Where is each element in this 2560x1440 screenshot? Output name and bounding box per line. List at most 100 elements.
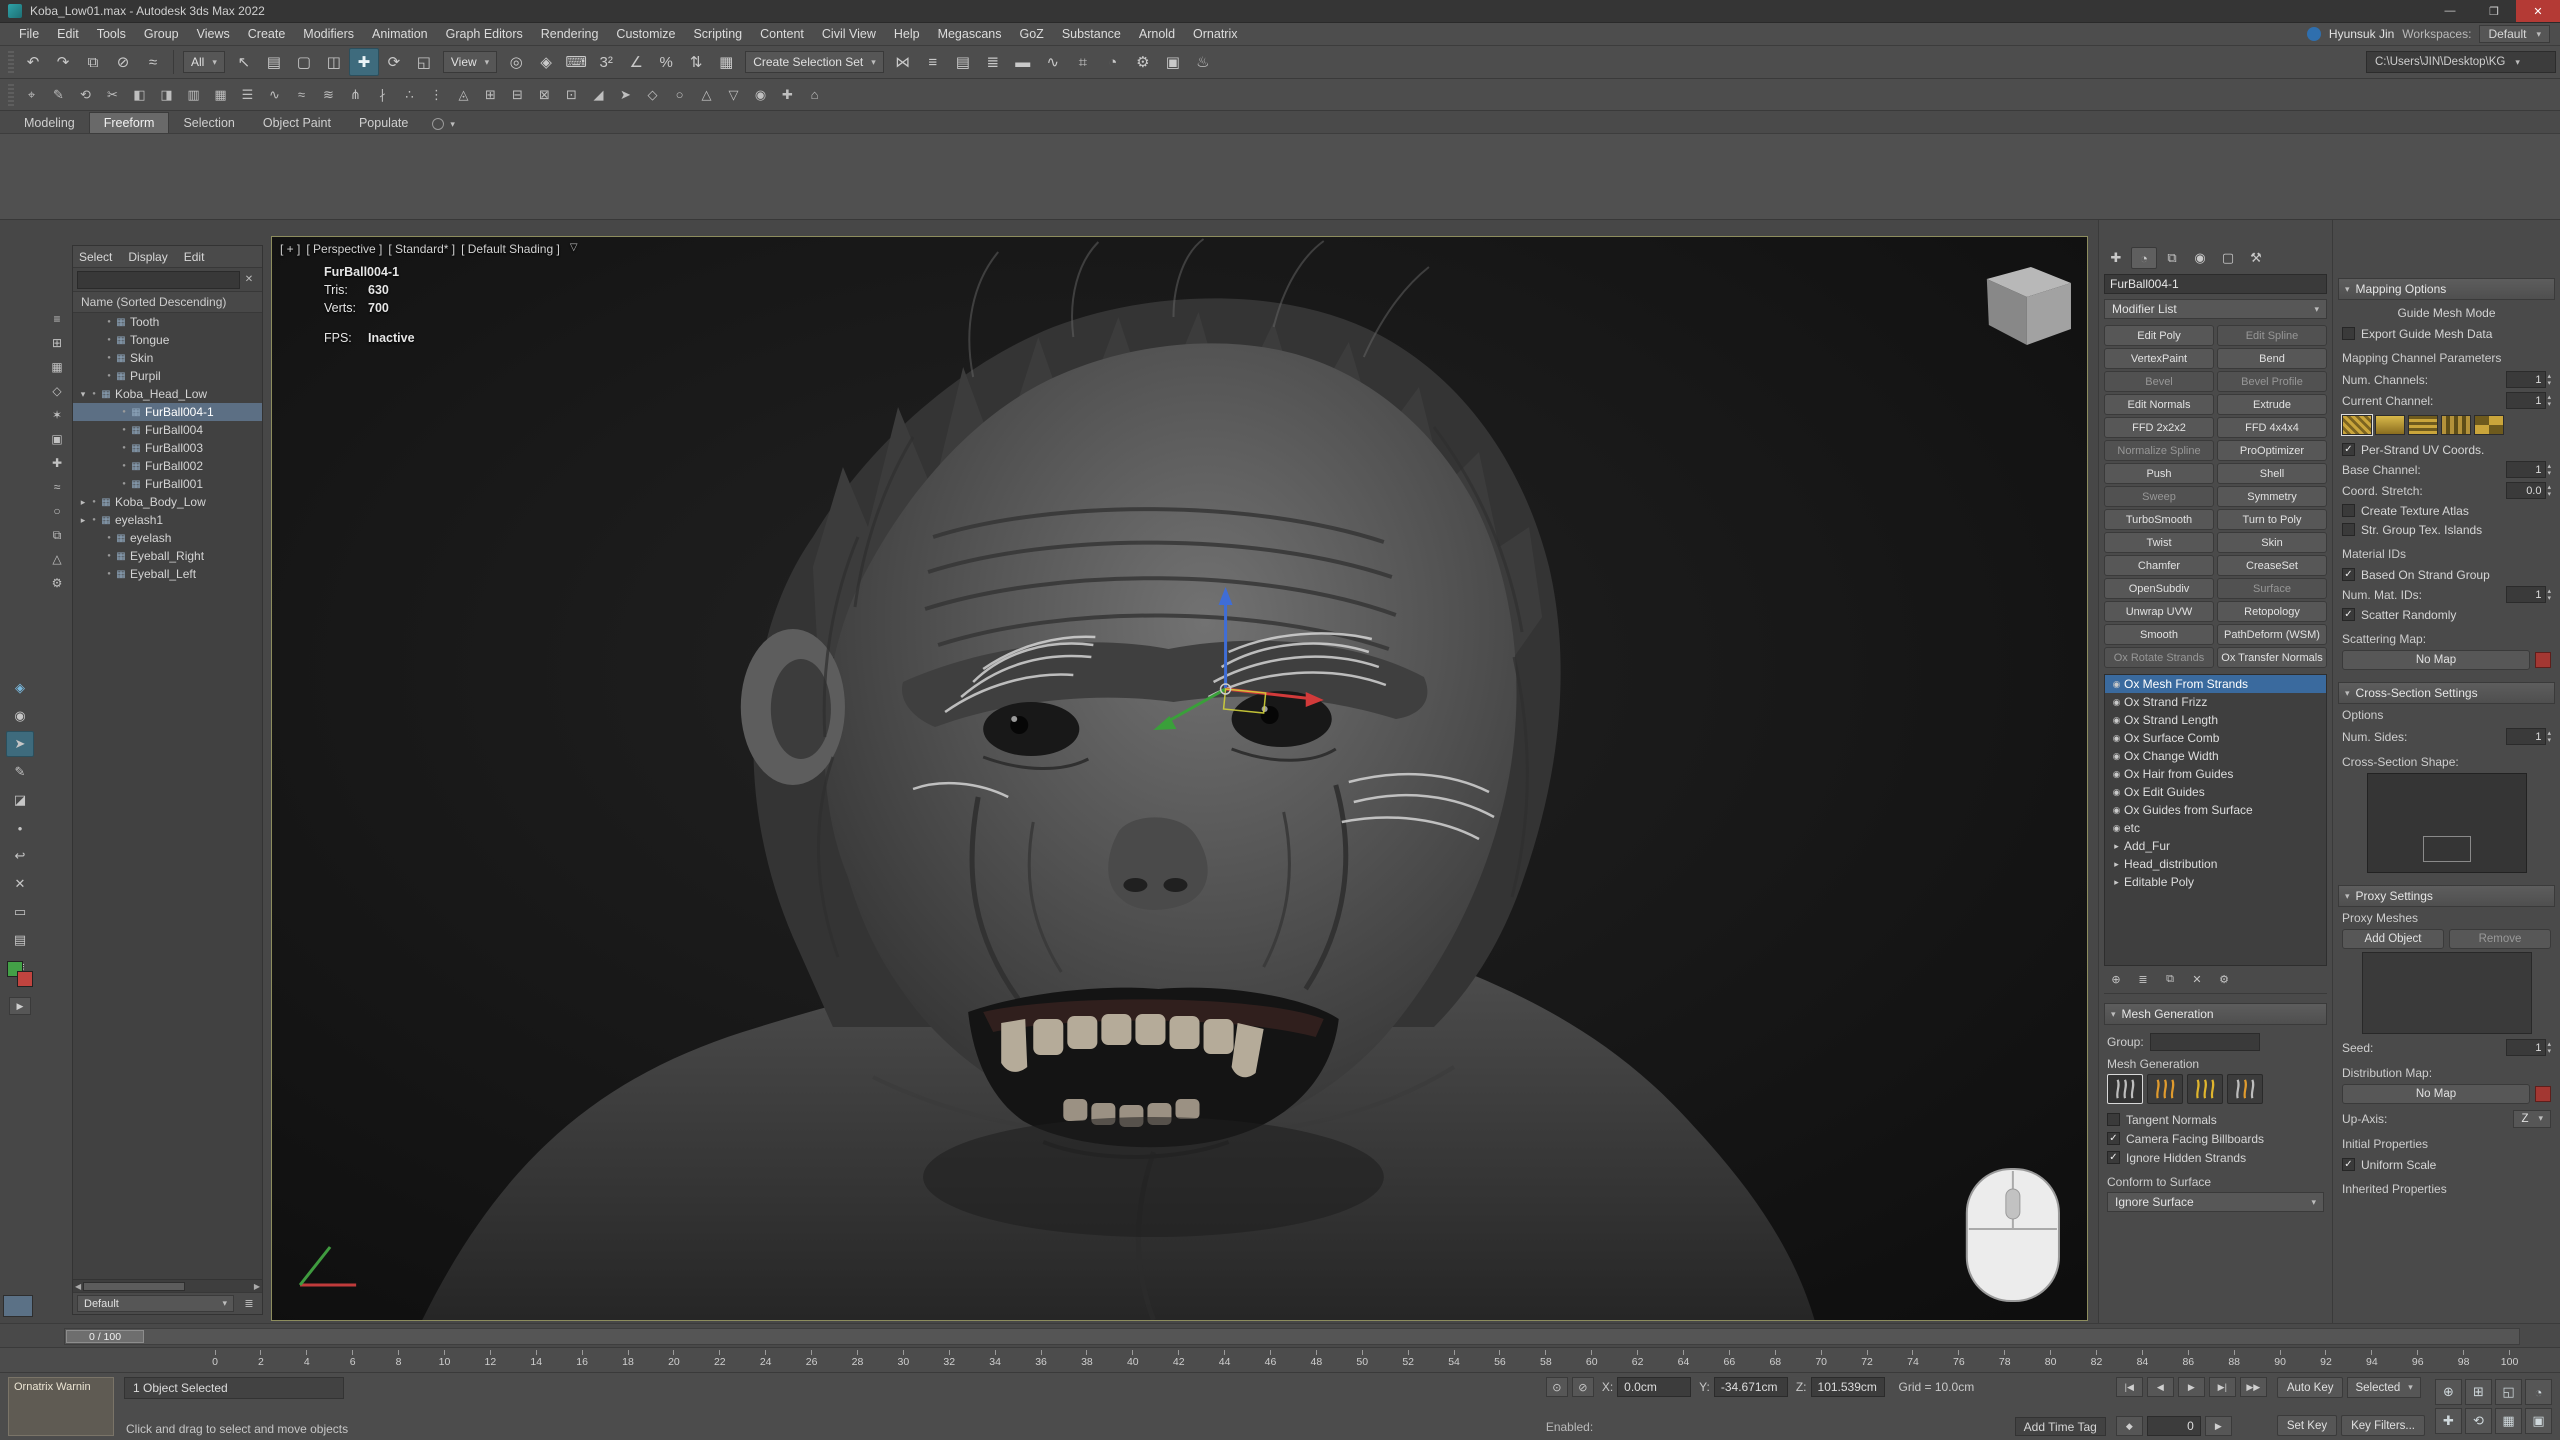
menu-item[interactable]: Tools <box>88 27 135 41</box>
spinner-arrows-icon[interactable]: ▴▾ <box>2547 463 2551 477</box>
mesh-type-tubes-icon[interactable] <box>2147 1074 2183 1104</box>
visibility-dot-icon[interactable]: ● <box>119 481 129 487</box>
modifier-button[interactable]: Retopology <box>2217 601 2327 622</box>
workspace-selector[interactable]: Default▾ <box>2479 25 2550 43</box>
expand-arrow-icon[interactable]: ▸ <box>77 515 89 526</box>
key-filters-button[interactable]: Key Filters... <box>2341 1415 2425 1436</box>
plugin-tool-14-icon[interactable]: ∤ <box>369 82 396 108</box>
plugin-tool-3-icon[interactable]: ⟲ <box>72 82 99 108</box>
plane-tool-icon[interactable]: ▭ <box>6 899 34 925</box>
rectangular-selection-icon[interactable]: ▢ <box>289 48 319 76</box>
modifier-button[interactable]: Unwrap UVW <box>2104 601 2214 622</box>
plugin-tool-16-icon[interactable]: ⋮ <box>423 82 450 108</box>
pan-icon[interactable]: ✚ <box>2435 1408 2462 1434</box>
stack-visibility-icon[interactable]: ◉ <box>2109 751 2124 762</box>
stack-visibility-icon[interactable]: ◉ <box>2109 805 2124 816</box>
se-filter-bones-icon[interactable]: △ <box>46 548 68 570</box>
schematic-view-icon[interactable]: ⌗ <box>1068 48 1098 76</box>
visibility-dot-icon[interactable]: ● <box>104 337 114 343</box>
maximize-viewport-icon[interactable]: ▣ <box>2525 1408 2552 1434</box>
menu-item[interactable]: Scripting <box>684 27 751 41</box>
stack-visibility-icon[interactable]: ◉ <box>2109 679 2124 690</box>
se-filter-helpers-icon[interactable]: ✚ <box>46 452 68 474</box>
visibility-dot-icon[interactable]: ● <box>104 373 114 379</box>
ribbon-tab[interactable]: Populate <box>345 113 422 133</box>
project-folder-dropdown[interactable]: C:\Users\JIN\Desktop\KG▾ <box>2366 51 2556 73</box>
plugin-tool-13-icon[interactable]: ⋔ <box>342 82 369 108</box>
channel-preset-3-icon[interactable] <box>2408 415 2438 435</box>
plugin-tool-6-icon[interactable]: ◨ <box>153 82 180 108</box>
cross-section-rollout-header[interactable]: ▾Cross-Section Settings <box>2338 682 2555 704</box>
modifier-button[interactable]: Sweep <box>2104 486 2214 507</box>
select-by-name-icon[interactable]: ▤ <box>259 48 289 76</box>
visibility-dot-icon[interactable]: ● <box>104 553 114 559</box>
auto-key-button[interactable]: Auto Key <box>2277 1377 2344 1398</box>
modify-tab-icon[interactable]: ◔ <box>2131 247 2157 269</box>
export-guide-mesh-checkbox-row[interactable]: Export Guide Mesh Data <box>2342 324 2551 343</box>
viewport-label-segment[interactable]: [ Default Shading ] <box>461 242 560 256</box>
mesh-generation-rollout-header[interactable]: ▾Mesh Generation <box>2104 1003 2327 1025</box>
channel-preset-5-icon[interactable] <box>2474 415 2504 435</box>
toolbar-grip[interactable] <box>8 84 14 106</box>
plugin-tool-30-icon[interactable]: ⌂ <box>801 82 828 108</box>
toggle-scene-explorer-icon[interactable]: ▤ <box>948 48 978 76</box>
zoom-icon[interactable]: ⊕ <box>2435 1379 2462 1405</box>
ribbon-tab[interactable]: Freeform <box>89 112 170 133</box>
modifier-button[interactable]: Normalize Spline <box>2104 440 2214 461</box>
num-channels-spinner[interactable]: 1▴▾ <box>2506 371 2551 388</box>
checkbox-row[interactable]: ✓ Camera Facing Billboards <box>2107 1129 2324 1148</box>
scene-object-row[interactable]: ▸ ● ▦ Koba_Body_Low <box>73 493 262 511</box>
scene-explorer-menu-item[interactable]: Display <box>128 250 167 264</box>
spinner-snap-icon[interactable]: ⇅ <box>681 48 711 76</box>
map-enable-toggle[interactable] <box>2535 1086 2551 1102</box>
visibility-dot-icon[interactable]: ● <box>119 463 129 469</box>
timeline-ruler[interactable]: 0246810121416182022242628303234363840424… <box>0 1347 2560 1372</box>
ornatrix-warning-window[interactable]: Ornatrix Warnin <box>8 1377 114 1436</box>
plugin-tool-24-icon[interactable]: ◇ <box>639 82 666 108</box>
plugin-tool-25-icon[interactable]: ○ <box>666 82 693 108</box>
viewport-label-segment[interactable]: [ + ] <box>280 242 300 256</box>
perspective-viewport[interactable]: [ + ][ Perspective ][ Standard* ][ Defau… <box>271 236 2088 1321</box>
checkbox[interactable] <box>2342 523 2355 536</box>
snaps-toggle-icon[interactable]: 3² <box>591 48 621 76</box>
current-frame-field[interactable]: 0 <box>2147 1416 2201 1436</box>
z-coordinate-field[interactable]: 101.539cm <box>1811 1377 1885 1397</box>
spinner-arrows-icon[interactable]: ▴▾ <box>2547 484 2551 498</box>
menu-item[interactable]: Help <box>885 27 929 41</box>
curve-editor-icon[interactable]: ∿ <box>1038 48 1068 76</box>
explorer-list-icon[interactable]: ≣ <box>240 1296 258 1312</box>
num-sides-spinner[interactable]: 1▴▾ <box>2506 728 2551 745</box>
stack-visibility-icon[interactable]: ◉ <box>2109 823 2124 834</box>
modifier-button[interactable]: Symmetry <box>2217 486 2327 507</box>
mapping-options-rollout-header[interactable]: ▾Mapping Options <box>2338 278 2555 300</box>
plugin-tool-7-icon[interactable]: ▥ <box>180 82 207 108</box>
se-hierarchy-icon[interactable]: ⊞ <box>46 332 68 354</box>
seed-spinner[interactable]: 1▴▾ <box>2506 1039 2551 1056</box>
se-filter-spacewarps-icon[interactable]: ≈ <box>46 476 68 498</box>
proxy-mesh-list[interactable] <box>2362 952 2532 1034</box>
delete-tool-icon[interactable]: ✕ <box>6 871 34 897</box>
scene-object-row[interactable]: ● ▦ Eyeball_Right <box>73 547 262 565</box>
y-coordinate-field[interactable]: -34.671cm <box>1714 1377 1788 1397</box>
zoom-extents-icon[interactable]: ◱ <box>2495 1379 2522 1405</box>
str-group-tex-islands-checkbox-row[interactable]: Str. Group Tex. Islands <box>2342 520 2551 539</box>
expand-toolbar-icon[interactable]: ▶ <box>9 997 31 1015</box>
menu-item[interactable]: Customize <box>607 27 684 41</box>
map-enable-toggle[interactable] <box>2535 652 2551 668</box>
modifier-button[interactable]: CreaseSet <box>2217 555 2327 576</box>
modifier-button[interactable]: VertexPaint <box>2104 348 2214 369</box>
point-tool-icon[interactable]: • <box>6 815 34 841</box>
plugin-tool-8-icon[interactable]: ▦ <box>207 82 234 108</box>
scene-object-row[interactable]: ● ▦ Tongue <box>73 331 262 349</box>
add-object-button[interactable]: Add Object <box>2342 929 2444 949</box>
scene-object-row[interactable]: ● ▦ Skin <box>73 349 262 367</box>
display-tab-icon[interactable]: ▢ <box>2215 247 2241 269</box>
ribbon-overflow-icon[interactable] <box>432 118 444 130</box>
stack-visibility-icon[interactable]: ▸ <box>2109 841 2124 852</box>
visibility-dot-icon[interactable]: ● <box>89 517 99 523</box>
se-filter-cameras-icon[interactable]: ▣ <box>46 428 68 450</box>
redo-icon[interactable]: ↷ <box>48 48 78 76</box>
play-button[interactable]: ▶ <box>2178 1377 2205 1397</box>
modifier-button[interactable]: Bevel Profile <box>2217 371 2327 392</box>
scene-object-row[interactable]: ▾ ● ▦ Koba_Head_Low <box>73 385 262 403</box>
